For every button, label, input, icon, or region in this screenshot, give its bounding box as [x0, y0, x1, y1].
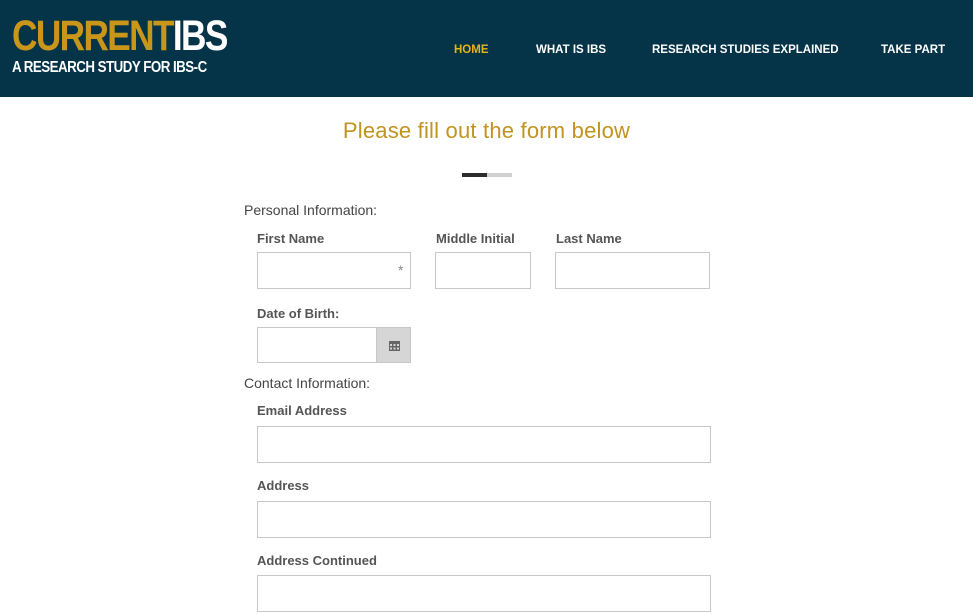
- nav-item-take-part[interactable]: TAKE PART: [881, 44, 945, 56]
- address-continued-label: Address Continued: [257, 553, 377, 568]
- form-title: Please fill out the form below: [342, 118, 631, 143]
- calendar-icon: [389, 341, 400, 351]
- nav-item-research-studies-explained[interactable]: RESEARCH STUDIES EXPLAINED: [652, 44, 839, 56]
- site-header: CURRENTIBS A RESEARCH STUDY FOR IBS-C HO…: [0, 0, 973, 97]
- main-nav: HOME WHAT IS IBS RESEARCH STUDIES EXPLAI…: [0, 44, 973, 58]
- address-input[interactable]: [257, 501, 711, 538]
- section-contact-information: Contact Information:: [244, 375, 371, 391]
- email-address-input[interactable]: [257, 426, 711, 463]
- last-name-label: Last Name: [556, 231, 622, 246]
- form-progress-bar: [462, 173, 512, 177]
- email-address-label: Email Address: [257, 403, 347, 418]
- middle-initial-input[interactable]: [435, 252, 531, 289]
- section-personal-information: Personal Information:: [244, 202, 378, 218]
- logo-tagline: A RESEARCH STUDY FOR IBS-C: [12, 59, 207, 76]
- date-picker-button[interactable]: [376, 327, 411, 363]
- nav-item-what-is-ibs[interactable]: WHAT IS IBS: [536, 44, 606, 56]
- nav-item-home[interactable]: HOME: [454, 44, 489, 56]
- date-of-birth-input[interactable]: [257, 327, 377, 363]
- first-name-input[interactable]: [257, 252, 411, 289]
- last-name-input[interactable]: [555, 252, 710, 289]
- address-label: Address: [257, 478, 310, 493]
- form-progress-fill: [462, 173, 487, 177]
- required-asterisk-icon: *: [398, 262, 404, 278]
- middle-initial-label: Middle Initial: [436, 231, 515, 246]
- first-name-label: First Name: [257, 231, 325, 246]
- address-continued-input[interactable]: [257, 575, 711, 612]
- date-of-birth-label: Date of Birth:: [257, 306, 340, 321]
